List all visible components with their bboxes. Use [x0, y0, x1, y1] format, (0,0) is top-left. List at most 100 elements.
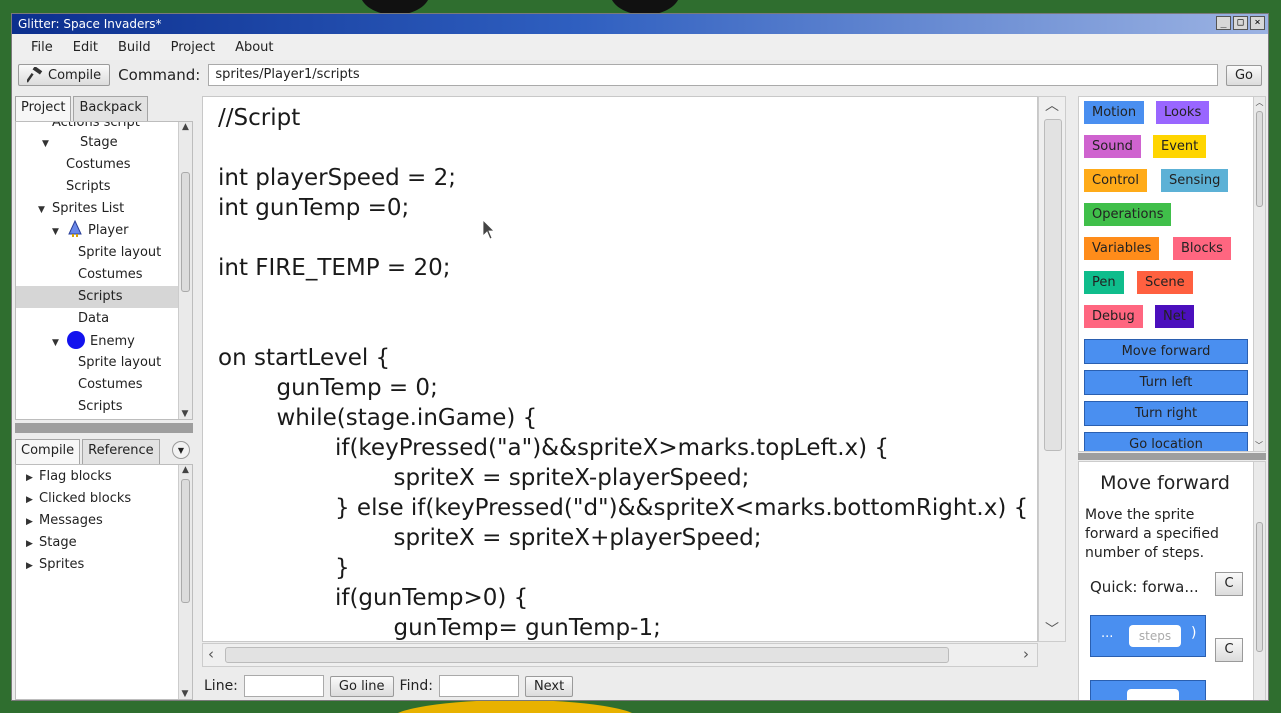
- next-button[interactable]: Next: [524, 675, 574, 697]
- category-button[interactable]: Operations: [1084, 203, 1172, 226]
- scroll-thumb[interactable]: [181, 172, 190, 292]
- expand-arrow-icon[interactable]: ▼: [52, 332, 62, 354]
- reference-item[interactable]: ▶ Sprites: [16, 554, 192, 576]
- tree-item[interactable]: Scripts: [16, 286, 192, 308]
- expand-arrow-icon[interactable]: ▶: [26, 511, 36, 533]
- scroll-down-arrow[interactable]: ﹀: [1039, 619, 1065, 639]
- tree-item[interactable]: Actions script: [16, 122, 192, 132]
- category-button[interactable]: Motion: [1084, 101, 1145, 124]
- code-line: on startLevel {: [218, 345, 391, 371]
- tree-item[interactable]: Scripts: [16, 176, 192, 198]
- scroll-down-arrow[interactable]: ▼: [179, 689, 191, 699]
- tree-item[interactable]: Costumes: [16, 154, 192, 176]
- scroll-down-arrow[interactable]: ▼: [179, 409, 191, 419]
- tab-project[interactable]: Project: [15, 96, 72, 121]
- minimize-button[interactable]: _: [1216, 16, 1231, 30]
- tab-reference[interactable]: Reference: [82, 439, 160, 464]
- tree-item[interactable]: Data: [16, 308, 192, 330]
- menu-about[interactable]: About: [226, 40, 282, 55]
- tree-item[interactable]: Sprite layout: [16, 242, 192, 264]
- example-block[interactable]: ... steps ): [1090, 615, 1206, 657]
- copy-quick-button[interactable]: C: [1215, 572, 1243, 596]
- expand-arrow-icon[interactable]: ▼: [52, 221, 62, 243]
- line-input[interactable]: [243, 675, 324, 697]
- steps-slot[interactable]: steps: [1129, 625, 1181, 647]
- category-button[interactable]: Debug: [1084, 305, 1143, 328]
- example-block-2[interactable]: [1090, 680, 1206, 700]
- expand-arrow-icon[interactable]: ▼: [38, 199, 48, 221]
- command-input[interactable]: sprites/Player1/scripts: [208, 64, 1218, 86]
- panel-divider[interactable]: [1078, 453, 1266, 460]
- tree-item[interactable]: ▼ Enemy: [16, 330, 192, 352]
- tab-compile[interactable]: Compile: [15, 439, 81, 464]
- category-button[interactable]: Scene: [1137, 271, 1193, 294]
- scroll-up-arrow[interactable]: ▲: [179, 465, 192, 475]
- category-button[interactable]: Control: [1084, 169, 1147, 192]
- expand-arrow-icon[interactable]: ▶: [26, 533, 36, 555]
- code-editor[interactable]: //Script int playerSpeed = 2; int gunTemp …: [202, 96, 1038, 642]
- reference-item[interactable]: ▶ Messages: [16, 510, 192, 532]
- go-line-button[interactable]: Go line: [329, 675, 394, 697]
- category-button[interactable]: Blocks: [1173, 237, 1231, 260]
- code-vertical-scrollbar[interactable]: ︿ ﹀: [1038, 96, 1066, 642]
- block-button[interactable]: Move forward: [1084, 339, 1248, 364]
- scroll-thumb[interactable]: [1044, 119, 1062, 451]
- category-button[interactable]: Net: [1155, 305, 1194, 328]
- find-input[interactable]: [438, 675, 519, 697]
- code-line: int playerSpeed = 2;: [218, 165, 456, 191]
- tree-item[interactable]: ▼ Stage: [16, 132, 192, 154]
- copy-block-button[interactable]: C: [1215, 638, 1243, 662]
- scroll-thumb[interactable]: [1256, 111, 1263, 207]
- close-button[interactable]: ×: [1250, 16, 1265, 30]
- menu-project[interactable]: Project: [162, 40, 224, 55]
- go-button[interactable]: Go: [1225, 64, 1262, 86]
- tree-item[interactable]: Sprite layout: [16, 352, 192, 374]
- reference-item[interactable]: ▶ Flag blocks: [16, 466, 192, 488]
- compile-button[interactable]: Compile: [18, 64, 111, 86]
- code-line: gunTemp = 0;: [218, 375, 438, 401]
- menu-file[interactable]: File: [22, 40, 62, 55]
- reference-tree-scrollbar[interactable]: ▲ ▼: [178, 465, 192, 699]
- scroll-left-arrow[interactable]: ‹: [208, 645, 214, 663]
- tab-backpack[interactable]: Backpack: [73, 96, 148, 121]
- expand-arrow-icon[interactable]: ▼: [42, 133, 52, 155]
- scroll-up-arrow[interactable]: ︿: [1039, 97, 1065, 115]
- scroll-up-arrow[interactable]: ︿: [1254, 97, 1265, 108]
- expand-arrow-icon[interactable]: ▶: [26, 555, 36, 577]
- code-line: int FIRE_TEMP = 20;: [218, 255, 451, 281]
- tree-item[interactable]: Costumes: [16, 374, 192, 396]
- category-button[interactable]: Sensing: [1161, 169, 1229, 192]
- scroll-thumb[interactable]: [225, 647, 949, 663]
- tree-item[interactable]: ▼ Player: [16, 219, 192, 243]
- category-button[interactable]: Event: [1153, 135, 1207, 158]
- scroll-thumb[interactable]: [1256, 522, 1263, 652]
- project-tree-scrollbar[interactable]: ▲ ▼: [178, 122, 192, 419]
- block-button[interactable]: Turn left: [1084, 370, 1248, 395]
- code-line: if(gunTemp>0) {: [218, 585, 529, 611]
- panel-divider[interactable]: [15, 423, 193, 433]
- expand-arrow-icon[interactable]: ▶: [26, 467, 36, 489]
- reference-item[interactable]: ▶ Stage: [16, 532, 192, 554]
- category-button[interactable]: Sound: [1084, 135, 1141, 158]
- scroll-right-arrow[interactable]: ›: [1023, 645, 1029, 663]
- scroll-thumb[interactable]: [181, 479, 190, 603]
- menu-edit[interactable]: Edit: [64, 40, 107, 55]
- category-button[interactable]: Variables: [1084, 237, 1160, 260]
- scroll-up-arrow[interactable]: ▲: [179, 122, 192, 132]
- code-horizontal-scrollbar[interactable]: ‹ ›: [202, 643, 1038, 667]
- tree-item[interactable]: Costumes: [16, 264, 192, 286]
- block-button[interactable]: Go location: [1084, 432, 1248, 451]
- category-button[interactable]: Pen: [1084, 271, 1124, 294]
- help-scrollbar[interactable]: [1253, 462, 1265, 700]
- palette-scrollbar[interactable]: ︿ ﹀: [1253, 97, 1265, 451]
- tree-item[interactable]: ▼ Sprites List: [16, 198, 192, 220]
- tabs-dropdown-icon[interactable]: ▼: [172, 441, 190, 459]
- expand-arrow-icon[interactable]: ▶: [26, 489, 36, 511]
- menu-build[interactable]: Build: [109, 40, 160, 55]
- tree-item[interactable]: Scripts: [16, 396, 192, 418]
- block-button[interactable]: Turn right: [1084, 401, 1248, 426]
- reference-item[interactable]: ▶ Clicked blocks: [16, 488, 192, 510]
- category-button[interactable]: Looks: [1156, 101, 1210, 124]
- maximize-button[interactable]: □: [1233, 16, 1248, 30]
- scroll-down-arrow[interactable]: ﹀: [1254, 440, 1264, 451]
